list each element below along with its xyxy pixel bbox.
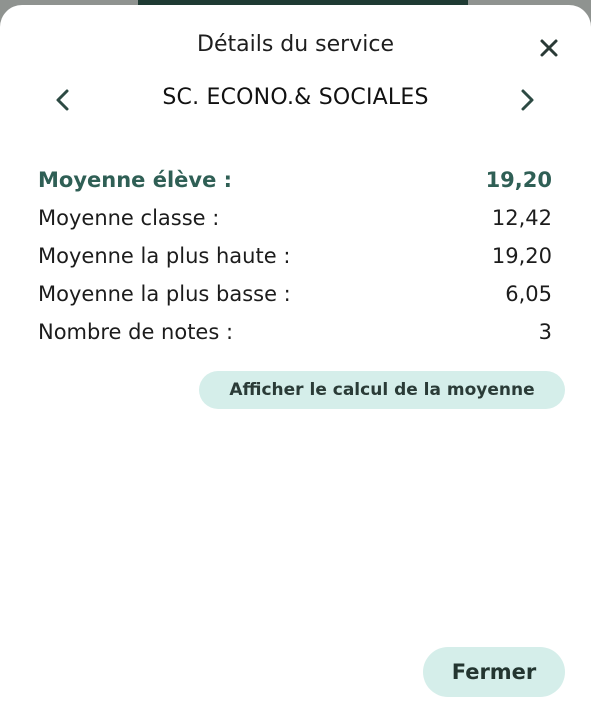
stat-label: Nombre de notes : <box>38 320 234 344</box>
close-icon <box>540 39 558 57</box>
stat-label: Moyenne la plus basse : <box>38 282 291 306</box>
stat-row-grade-count: Nombre de notes : 3 <box>38 313 552 351</box>
service-details-sheet: Détails du service SC. ECONO.& SOCIALES … <box>0 5 591 720</box>
stat-value: 3 <box>538 320 552 344</box>
stat-row-highest-average: Moyenne la plus haute : 19,20 <box>38 237 552 275</box>
stat-label: Moyenne classe : <box>38 206 220 230</box>
stat-row-class-average: Moyenne classe : 12,42 <box>38 199 552 237</box>
previous-subject-button[interactable] <box>46 83 80 117</box>
subject-name: SC. ECONO.& SOCIALES <box>162 85 429 110</box>
stat-value: 6,05 <box>505 282 552 306</box>
dialog-title: Détails du service <box>197 32 394 57</box>
stat-row-student-average: Moyenne élève : 19,20 <box>38 161 552 199</box>
chevron-right-icon <box>521 89 534 111</box>
close-x-button[interactable] <box>532 31 566 65</box>
stat-value: 12,42 <box>491 206 552 230</box>
stats-list: Moyenne élève : 19,20 Moyenne classe : 1… <box>38 161 552 351</box>
close-button[interactable]: Fermer <box>423 647 565 697</box>
stat-label: Moyenne la plus haute : <box>38 244 291 268</box>
chevron-left-icon <box>56 89 69 111</box>
show-average-calculation-button[interactable]: Afficher le calcul de la moyenne <box>199 371 565 409</box>
stat-label: Moyenne élève : <box>38 168 233 192</box>
next-subject-button[interactable] <box>510 83 544 117</box>
stat-value: 19,20 <box>485 168 552 192</box>
stat-row-lowest-average: Moyenne la plus basse : 6,05 <box>38 275 552 313</box>
stat-value: 19,20 <box>491 244 552 268</box>
